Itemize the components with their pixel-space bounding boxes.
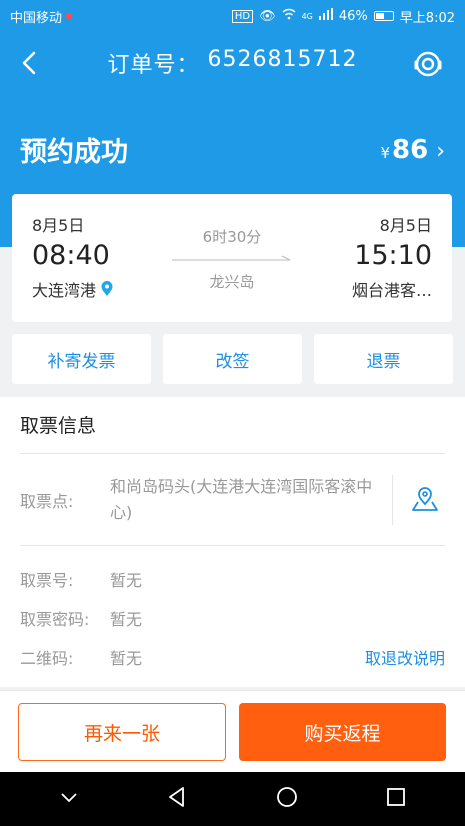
departure-time: 08:40 [32, 240, 110, 271]
back-arrow-icon[interactable] [16, 46, 46, 80]
reissue-invoice-button[interactable]: 补寄发票 [12, 334, 151, 384]
trip-arrow-icon [172, 253, 292, 267]
refund-button[interactable]: 退票 [314, 334, 453, 384]
divider [20, 453, 445, 454]
nav-recent-icon[interactable] [384, 785, 408, 813]
eye-icon: 👁 [259, 8, 276, 24]
arrival-date: 8月5日 [379, 216, 432, 235]
departure-port[interactable]: 大连湾港 [32, 277, 114, 301]
status-bar: 中国移动 HD 👁 4G 46% 早上8:02 [0, 0, 465, 32]
ticket-number-value: 暂无 [110, 571, 143, 590]
order-number-title: 订单号： 6526815712 [108, 47, 358, 79]
divider [392, 475, 393, 525]
ticket-password-label: 取票密码: [20, 610, 90, 629]
wifi-icon [282, 8, 296, 24]
clock: 早上8:02 [399, 10, 455, 26]
ticket-info-title: 取票信息 [20, 415, 97, 437]
departure-date: 8月5日 [32, 216, 85, 235]
customer-service-icon[interactable] [413, 49, 443, 79]
order-actions: 补寄发票 改签 退票 [12, 334, 453, 384]
nav-home-icon[interactable] [275, 785, 299, 813]
network-type: 4G [301, 11, 313, 21]
buy-return-button[interactable]: 购买返程 [239, 703, 446, 761]
nav-down-icon[interactable] [57, 785, 81, 813]
price-amount: 86 [392, 134, 429, 165]
nav-back-icon[interactable] [166, 785, 190, 813]
carrier-name: 中国移动 [10, 10, 63, 26]
trip-middle: 6时30分 龙兴岛 [172, 226, 292, 292]
reschedule-button[interactable]: 改签 [163, 334, 302, 384]
ticket-password-value: 暂无 [110, 610, 143, 629]
trip-card: 8月5日 08:40 大连湾港 6时30分 龙兴岛 8月5日 15:10 烟台港… [12, 194, 452, 322]
chevron-right-icon: › [436, 138, 445, 164]
buy-again-button[interactable]: 再来一张 [18, 703, 226, 761]
booking-status: 预约成功 [20, 137, 128, 168]
price-detail-link[interactable]: ¥ 86 › [380, 135, 445, 165]
departure-info: 8月5日 08:40 大连湾港 [32, 212, 114, 301]
qr-code-value: 暂无 [110, 649, 143, 668]
signal-icon [318, 8, 333, 24]
arrival-port: 烟台港客… [351, 281, 432, 300]
system-navigation-bar [0, 772, 465, 826]
divider [20, 545, 445, 546]
bottom-action-bar: 再来一张 购买返程 [0, 690, 465, 772]
order-label: 订单号： [107, 53, 200, 78]
currency-symbol: ¥ [380, 143, 390, 162]
arrival-time: 15:10 [354, 240, 432, 271]
ticket-info-section: 取票信息 取票点: 和尚岛码头(大连港大连湾国际客滚中心) 取票号: 暂无 取票… [0, 397, 465, 687]
map-location-icon[interactable] [411, 485, 439, 513]
status-icons: HD 👁 4G 46% 早上8:02 [231, 7, 455, 26]
qr-code-label: 二维码: [20, 649, 74, 668]
notification-dot-icon [66, 13, 73, 19]
vessel-name: 龙兴岛 [209, 273, 255, 291]
location-pin-icon[interactable] [100, 281, 114, 297]
arrival-info: 8月5日 15:10 烟台港客… [352, 212, 432, 301]
hd-icon: HD [231, 9, 254, 23]
nav-bar: 订单号： 6526815712 [0, 32, 465, 94]
refund-policy-link[interactable]: 取退改说明 [365, 645, 445, 669]
pickup-label: 取票点: [20, 492, 74, 511]
pickup-location: 和尚岛码头(大连港大连湾国际客滚中心) [110, 477, 373, 522]
departure-port-name: 大连湾港 [32, 281, 97, 300]
battery-icon [373, 11, 394, 21]
carrier-info: 中国移动 [10, 7, 232, 26]
booking-summary: 预约成功 ¥ 86 › [20, 130, 445, 169]
battery-percent: 46% [338, 8, 368, 24]
order-number: 6526815712 [207, 47, 358, 72]
ticket-number-label: 取票号: [20, 571, 74, 590]
trip-duration: 6时30分 [202, 228, 262, 246]
